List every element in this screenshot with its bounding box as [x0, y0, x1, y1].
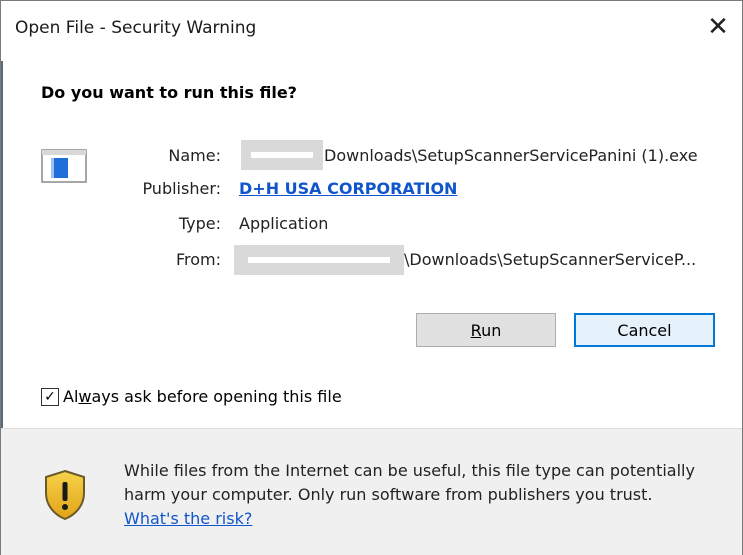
from-value: \Downloads\SetupScannerServiceP... [404, 250, 697, 269]
cancel-button-label: Cancel [617, 320, 672, 340]
run-question-heading: Do you want to run this file? [41, 83, 297, 102]
publisher-label: Publisher: [142, 179, 221, 198]
checkmark-icon: ✓ [44, 388, 56, 405]
cancel-button[interactable]: Cancel [574, 313, 715, 347]
publisher-link[interactable]: D+H USA CORPORATION [239, 179, 457, 198]
warning-footer: While files from the Internet can be use… [1, 428, 742, 555]
application-file-icon [41, 149, 87, 183]
name-label: Name: [168, 146, 221, 165]
type-label: Type: [178, 214, 221, 233]
always-ask-checkbox[interactable]: ✓ [41, 387, 59, 406]
name-value: Downloads\SetupScannerServicePanini (1).… [324, 146, 698, 165]
close-button[interactable]: ✕ [700, 9, 736, 45]
warning-message: While files from the Internet can be use… [124, 459, 734, 531]
always-ask-checkbox-row[interactable]: ✓ Always ask before opening this file [41, 387, 342, 406]
background-window-edge [1, 61, 3, 441]
whats-the-risk-link[interactable]: What's the risk? [124, 509, 252, 528]
run-button[interactable]: Run [416, 313, 556, 347]
close-icon: ✕ [707, 12, 729, 42]
warning-message-text: While files from the Internet can be use… [124, 461, 695, 504]
always-ask-label: Always ask before opening this file [63, 387, 342, 406]
type-value: Application [239, 214, 329, 233]
title-bar[interactable]: Open File - Security Warning ✕ [1, 1, 742, 59]
redacted-source [234, 245, 404, 275]
window-title: Open File - Security Warning [15, 18, 257, 38]
security-warning-dialog: Open File - Security Warning ✕ Do you wa… [0, 0, 743, 555]
from-label: From: [175, 250, 221, 269]
warning-shield-icon [45, 469, 85, 521]
redacted-path [241, 140, 323, 170]
run-button-label: Run [470, 320, 502, 340]
